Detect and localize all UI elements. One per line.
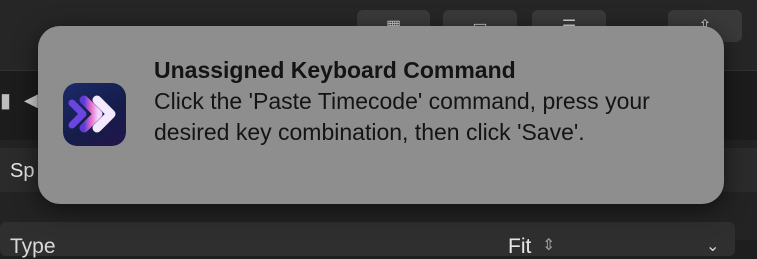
updown-icon[interactable]: ⇕ bbox=[542, 235, 555, 255]
speaker-icon[interactable]: ◀ bbox=[24, 90, 38, 111]
chevron-arrow-app-icon bbox=[63, 83, 126, 146]
section-label: Sp bbox=[10, 160, 35, 182]
type-value-select[interactable]: Fit bbox=[508, 235, 531, 259]
type-row[interactable] bbox=[0, 222, 735, 256]
film-strip-icon[interactable]: ▮ bbox=[0, 88, 11, 113]
type-label: Type bbox=[10, 235, 56, 258]
chevron-down-icon[interactable]: ⌄ bbox=[706, 236, 719, 256]
notification-banner[interactable]: Unassigned Keyboard Command Click the 'P… bbox=[38, 26, 724, 204]
notification-body: Click the 'Paste Timecode' command, pres… bbox=[154, 88, 650, 145]
notification-title: Unassigned Keyboard Command bbox=[154, 57, 516, 83]
